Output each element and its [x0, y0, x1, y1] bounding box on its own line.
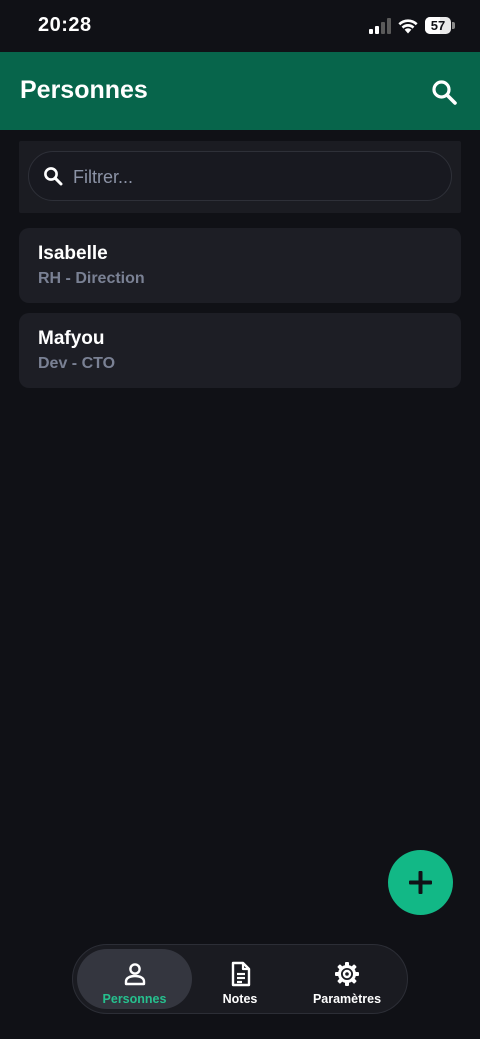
- person-card-isabelle[interactable]: Isabelle RH - Direction: [19, 228, 461, 303]
- person-name: Mafyou: [38, 328, 105, 349]
- bottom-nav: Personnes Notes Paramètres: [72, 944, 408, 1014]
- nav-item-personnes[interactable]: Personnes: [77, 949, 192, 1009]
- app-bar: Personnes: [0, 52, 480, 130]
- nav-item-notes[interactable]: Notes: [195, 949, 285, 1009]
- battery-cap: [452, 22, 455, 29]
- cellular-signal-icon: [369, 18, 391, 34]
- search-icon[interactable]: [430, 78, 458, 106]
- document-icon: [231, 961, 251, 987]
- gear-icon: [335, 962, 359, 986]
- filter-panel: [19, 141, 461, 213]
- person-icon: [124, 963, 146, 986]
- battery-indicator: 57: [425, 17, 455, 34]
- battery-body: 57: [425, 17, 451, 34]
- status-bar: 20:28 57: [0, 0, 480, 52]
- person-role: RH - Direction: [38, 270, 145, 287]
- nav-label: Paramètres: [312, 992, 382, 1006]
- filter-field: [28, 151, 452, 201]
- wifi-icon: [398, 19, 418, 34]
- status-time: 20:28: [38, 14, 92, 36]
- nav-label: Personnes: [102, 992, 167, 1006]
- person-role: Dev - CTO: [38, 355, 116, 372]
- page-title: Personnes: [20, 76, 148, 104]
- add-person-button[interactable]: [388, 850, 453, 915]
- app-screen: 20:28 57 Personnes Filtrer... Isabelle R…: [0, 0, 480, 1039]
- filter-input[interactable]: [71, 160, 435, 194]
- person-card-mafyou[interactable]: Mafyou Dev - CTO: [19, 313, 461, 388]
- person-list: Isabelle RH - Direction Mafyou Dev - CTO: [19, 228, 461, 398]
- battery-level: 57: [430, 18, 446, 33]
- nav-item-parametres[interactable]: Paramètres: [295, 949, 399, 1009]
- nav-label: Notes: [222, 992, 258, 1006]
- plus-icon: [409, 871, 432, 894]
- person-name: Isabelle: [38, 243, 108, 264]
- search-icon: [44, 167, 63, 186]
